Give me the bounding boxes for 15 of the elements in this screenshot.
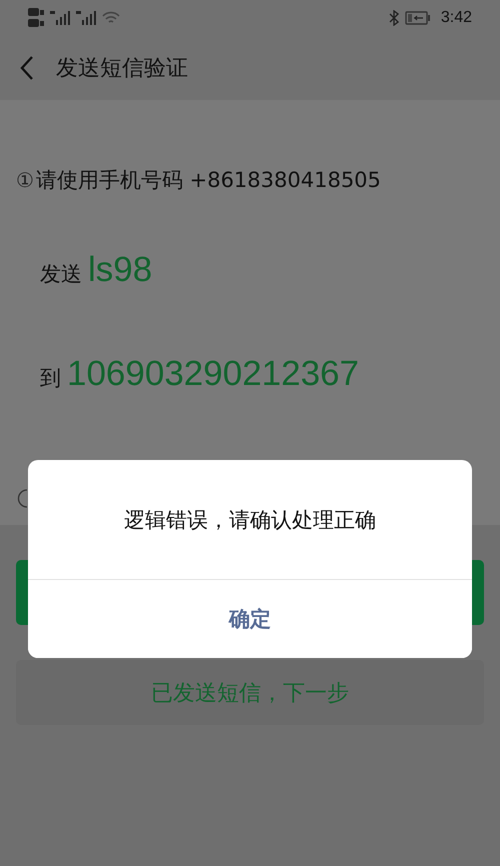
- battery-icon: [404, 10, 431, 24]
- send-label: 发送: [40, 261, 82, 288]
- page-title: 发送短信验证: [56, 54, 188, 82]
- wifi-icon: [102, 10, 120, 24]
- step-text: 请使用手机号码 +8618380418505: [36, 167, 381, 194]
- status-time: 3:42: [440, 8, 472, 26]
- signal-icon: [76, 10, 96, 26]
- to-label: 到: [40, 365, 61, 392]
- bluetooth-icon: [388, 10, 399, 26]
- sms-code: ls98: [88, 250, 152, 290]
- sms-number: 106903290212367: [67, 354, 359, 394]
- back-icon[interactable]: [18, 54, 36, 80]
- signal-icon: [50, 10, 70, 26]
- step-marker: ①: [16, 168, 34, 192]
- dialog-message: 逻辑错误，请确认处理正确: [124, 506, 376, 534]
